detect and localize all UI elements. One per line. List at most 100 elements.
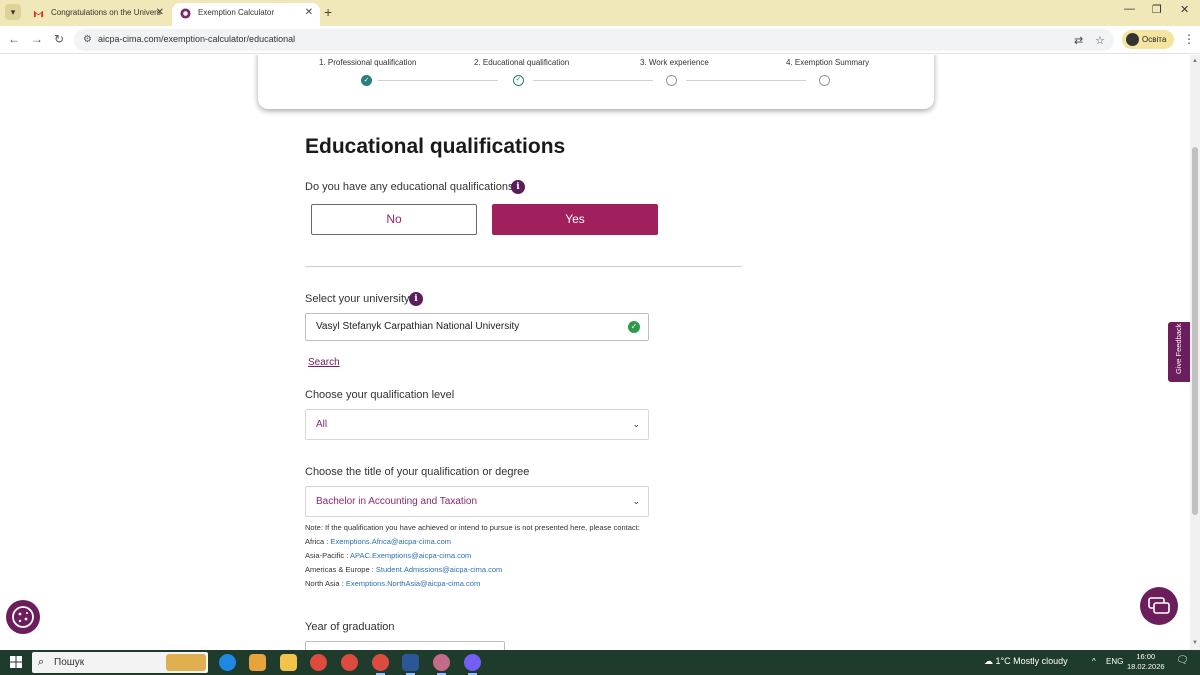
browser-menu-icon[interactable]: ⋮ [1183,32,1195,46]
qualification-level-label: Choose your qualification level [305,389,455,401]
viber-icon[interactable] [464,654,481,675]
contact-region: Americas & Europe : [305,565,376,574]
new-tab-icon[interactable]: + [324,4,332,20]
edge-icon[interactable] [219,654,236,671]
reload-icon[interactable]: ↻ [54,32,64,46]
qualification-title-select[interactable]: Bachelor in Accounting and Taxation ⌄ [305,486,649,517]
close-tab-icon[interactable]: ✕ [156,3,164,23]
contact-region: Africa : [305,537,331,546]
language-indicator[interactable]: ENG [1106,657,1123,666]
weather-text: 1°C Mostly cloudy [995,656,1068,666]
divider [305,266,742,267]
graduation-year-select[interactable] [305,641,505,650]
clock-time: 16:00 [1136,652,1156,661]
profile-button[interactable]: Освіта [1122,30,1174,49]
url-text[interactable]: aicpa-cima.com/exemption-calculator/educ… [98,34,295,44]
window-close-icon[interactable]: ✕ [1180,3,1189,16]
gmail-icon [33,10,44,18]
contact-row-asia-pacific: Asia-Pacific : APAC.Exemptions@aicpa-cim… [305,551,471,560]
university-value: Vasyl Stefanyk Carpathian National Unive… [316,321,520,332]
cookie-settings-button[interactable] [6,600,40,634]
qualification-title-label: Choose the title of your qualification o… [305,466,530,478]
cookie-icon [12,606,34,628]
scroll-down-icon[interactable]: ▼ [1192,640,1198,646]
step-label-2: 2. Educational qualification [474,58,570,67]
notifications-icon[interactable]: 🗨 [1176,655,1189,666]
contact-email-link[interactable]: Exemptions.Africa@aicpa-cima.com [330,537,451,546]
word-icon[interactable] [402,654,419,675]
step-done-check-icon: ✓ [361,75,372,86]
info-icon[interactable]: i [511,180,525,194]
translate-icon[interactable]: ⇄ [1074,34,1083,47]
no-button[interactable]: No [311,204,477,235]
taskbar-search[interactable]: ⌕ Пошук [32,652,208,673]
back-icon[interactable]: ← [8,32,20,46]
university-input[interactable]: Vasyl Stefanyk Carpathian National Unive… [305,313,649,341]
bookmark-star-icon[interactable]: ☆ [1095,34,1105,47]
tab-title: Congratulations on the Univers [51,8,161,17]
chrome-icon[interactable] [310,654,327,671]
yes-button[interactable]: Yes [492,204,658,235]
search-link[interactable]: Search [308,357,340,368]
step-label-4: 4. Exemption Summary [786,58,870,67]
photos-icon[interactable] [249,654,266,671]
search-highlight-image [166,654,206,671]
step-label-1: 1. Professional qualification [319,58,417,67]
step-label-3: 3. Work experience [640,58,709,67]
step-connector [686,80,806,81]
step-current-check-icon: ✓ [513,75,524,86]
avatar [1126,33,1139,46]
give-feedback-label: Give Feedback [1174,323,1183,374]
cima-icon [180,8,191,19]
forward-icon[interactable]: → [31,32,43,46]
tab-title: Exemption Calculator [198,8,275,17]
tab-search-button[interactable]: ▾ [5,4,21,20]
scroll-up-icon[interactable]: ▲ [1192,58,1198,64]
contact-note: Note: If the qualification you have achi… [305,523,640,532]
weather-widget[interactable]: ☁ 1°C Mostly cloudy [984,656,1068,667]
tray-chevron-up-icon[interactable]: ^ [1092,657,1096,666]
chrome-icon[interactable] [341,654,358,671]
minimize-icon[interactable]: — [1124,3,1135,15]
step-pending-icon [666,75,677,86]
chrome-icon[interactable] [372,654,389,675]
qualification-level-select[interactable]: All ⌄ [305,409,649,440]
site-info-icon[interactable]: ⚙ [83,34,92,45]
chevron-down-icon: ⌄ [632,496,640,506]
step-connector [378,80,498,81]
contact-email-link[interactable]: Student.Admissions@aicpa-cima.com [376,565,502,574]
taskbar-search-placeholder: Пошук [54,657,85,668]
step-connector [533,80,653,81]
search-icon: ⌕ [38,656,45,668]
close-tab-icon[interactable]: ✕ [305,3,313,23]
windows-start-icon[interactable] [10,656,22,668]
chrome-profile-icon[interactable] [433,654,450,675]
url-field[interactable]: ⚙ aicpa-cima.com/exemption-calculator/ed… [74,29,1114,51]
restore-icon[interactable]: ❐ [1152,3,1162,16]
chat-button[interactable] [1140,587,1178,625]
clock-date: 18.02.2026 [1127,662,1165,671]
give-feedback-button[interactable]: Give Feedback [1168,322,1190,382]
scrollbar-thumb[interactable] [1192,147,1198,515]
contact-row-north-asia: North Asia : Exemptions.NorthAsia@aicpa-… [305,579,480,588]
contact-email-link[interactable]: APAC.Exemptions@aicpa-cima.com [350,551,471,560]
page-scrollbar[interactable]: ▲ ▼ [1190,55,1200,650]
page-viewport: 1. Professional qualification 2. Educati… [0,55,1190,650]
contact-row-africa: Africa : Exemptions.Africa@aicpa-cima.co… [305,537,451,546]
university-label: Select your university [305,293,410,305]
qualification-title-value: Bachelor in Accounting and Taxation [316,496,478,507]
page-title: Educational qualifications [305,135,566,158]
address-bar: ← → ↻ ⚙ aicpa-cima.com/exemption-calcula… [0,26,1200,54]
qualification-level-value: All [316,419,328,430]
contact-email-link[interactable]: Exemptions.NorthAsia@aicpa-cima.com [346,579,480,588]
tab-gmail[interactable]: Congratulations on the Univers ✕ [25,3,171,26]
tab-exemption-calculator[interactable]: Exemption Calculator ✕ [172,3,320,26]
graduation-year-label: Year of graduation [305,621,395,633]
file-explorer-icon[interactable] [280,654,297,671]
progress-stepper: 1. Professional qualification 2. Educati… [258,55,934,109]
info-icon[interactable]: i [409,292,423,306]
step-pending-icon [819,75,830,86]
chevron-down-icon: ⌄ [632,419,640,429]
chat-icon [1148,597,1170,614]
clock[interactable]: 16:00 18.02.2026 [1127,652,1165,672]
